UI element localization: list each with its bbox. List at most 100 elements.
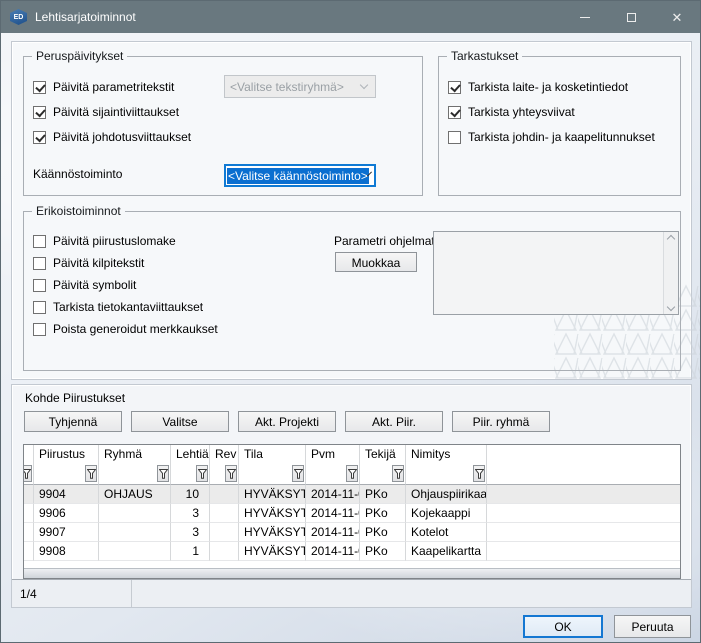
table-cell: 3: [171, 523, 210, 542]
checkbox-box[interactable]: [33, 235, 46, 248]
column-header-nimitys[interactable]: Nimitys: [406, 445, 487, 463]
table-cell: [210, 523, 239, 542]
table-row[interactable]: 9904OHJAUS10HYVÄKSYTTY2014-11-06PKoOhjau…: [24, 485, 680, 504]
valitse-button[interactable]: Valitse: [131, 411, 229, 432]
table-cell: HYVÄKSYTTY: [239, 542, 306, 561]
checkbox-box[interactable]: [33, 257, 46, 270]
listbox-content[interactable]: [434, 232, 663, 314]
filter-input[interactable]: [100, 467, 157, 481]
minimize-button[interactable]: [562, 1, 608, 33]
scroll-down-icon[interactable]: [667, 303, 675, 311]
checkbox-tarkista-yhteysviivat[interactable]: Tarkista yhteysviivat: [448, 104, 655, 120]
window-title: Lehtisarjatoiminnot: [35, 10, 136, 24]
filter-input[interactable]: [35, 467, 85, 481]
table-cell: 2014-11-06: [306, 504, 360, 523]
table-cell: [210, 542, 239, 561]
checkbox-box[interactable]: [33, 81, 46, 94]
column-header-ryhma[interactable]: Ryhmä: [99, 445, 171, 463]
translate-function-combobox[interactable]: <Valitse käännöstoiminto>: [224, 164, 376, 187]
table-cell: PKo: [360, 485, 406, 504]
checkbox-paivita-symbolit[interactable]: Päivitä symbolit: [33, 277, 218, 293]
checkbox-box[interactable]: [33, 301, 46, 314]
checkbox-paivita-parametritekstit[interactable]: Päivitä parametritekstit: [33, 79, 191, 95]
column-header-piirustus[interactable]: Piirustus: [34, 445, 99, 463]
checkbox-box[interactable]: [33, 279, 46, 292]
filter-cell: [171, 463, 210, 485]
table-cell: 1: [171, 542, 210, 561]
table-cell: 10: [171, 485, 210, 504]
filter-input[interactable]: [240, 467, 292, 481]
ok-button[interactable]: OK: [523, 615, 603, 638]
checkbox-label: Päivitä kilpitekstit: [53, 256, 144, 270]
filter-funnel-icon[interactable]: [225, 465, 237, 482]
column-header-pvm[interactable]: Pvm: [306, 445, 360, 463]
table-cell: Kojekaappi: [406, 504, 487, 523]
close-button[interactable]: ✕: [654, 1, 700, 33]
table-cell: [210, 485, 239, 504]
checkbox-tarkista-johdin-ja-kaapelitunnukset[interactable]: Tarkista johdin- ja kaapelitunnukset: [448, 129, 655, 145]
tyhjenna-button[interactable]: Tyhjennä: [24, 411, 122, 432]
column-header-empty: [487, 445, 680, 463]
filter-funnel-icon[interactable]: [292, 465, 304, 482]
checkbox-box[interactable]: [33, 106, 46, 119]
checkbox-label: Päivitä parametritekstit: [53, 80, 174, 94]
filter-funnel-icon[interactable]: [473, 465, 485, 482]
filter-input[interactable]: [211, 467, 225, 481]
grid-status-bar: 1/4: [12, 579, 691, 607]
table-row[interactable]: 99063HYVÄKSYTTY2014-11-06PKoKojekaappi: [24, 504, 680, 523]
filter-input[interactable]: [307, 467, 346, 481]
column-header-lehtia[interactable]: Lehtiä: [171, 445, 210, 463]
filter-input[interactable]: [407, 467, 473, 481]
muokkaa-button[interactable]: Muokkaa: [335, 252, 417, 272]
akt-projekti-button[interactable]: Akt. Projekti: [238, 411, 336, 432]
piir-ryhma-button[interactable]: Piir. ryhmä: [452, 411, 550, 432]
column-header-rev[interactable]: Rev: [210, 445, 239, 463]
column-header-tila[interactable]: Tila: [239, 445, 306, 463]
table-cell: 2014-11-06: [306, 523, 360, 542]
filter-input[interactable]: [361, 467, 392, 481]
row-count-status: 1/4: [12, 580, 132, 607]
checkbox-label: Päivitä symbolit: [53, 278, 136, 292]
checkbox-paivita-piirustuslomake[interactable]: Päivitä piirustuslomake: [33, 233, 218, 249]
filter-funnel-icon[interactable]: [85, 465, 97, 482]
checkbox-label: Tarkista laite- ja kosketintiedot: [468, 80, 628, 94]
listbox-scrollbar[interactable]: [663, 232, 678, 314]
checkbox-paivita-johdotusviittaukset[interactable]: Päivitä johdotusviittaukset: [33, 129, 191, 145]
drawings-grid: PiirustusRyhmäLehtiäRevTilaPvmTekijäNimi…: [23, 444, 681, 579]
checkbox-box[interactable]: [448, 81, 461, 94]
maximize-button[interactable]: [608, 1, 654, 33]
checkbox-box[interactable]: [448, 131, 461, 144]
horizontal-scrollbar[interactable]: [24, 568, 680, 578]
title-bar[interactable]: ED Lehtisarjatoiminnot ✕: [1, 1, 700, 33]
checkbox-label: Tarkista tietokantaviittaukset: [53, 300, 203, 314]
checkbox-box[interactable]: [448, 106, 461, 119]
checkbox-paivita-sijaintiviittaukset[interactable]: Päivitä sijaintiviittaukset: [33, 104, 191, 120]
checkbox-box[interactable]: [33, 323, 46, 336]
scroll-up-icon[interactable]: [667, 235, 675, 243]
checkbox-box[interactable]: [33, 131, 46, 144]
column-header-tekija[interactable]: Tekijä: [360, 445, 406, 463]
table-cell: 2014-11-06: [306, 542, 360, 561]
filter-funnel-icon[interactable]: [196, 465, 208, 482]
target-drawings-label: Kohde Piirustukset: [25, 391, 125, 405]
table-row[interactable]: 99073HYVÄKSYTTY2014-11-06PKoKotelot: [24, 523, 680, 542]
filter-funnel-icon[interactable]: [24, 465, 32, 482]
filter-cell: [306, 463, 360, 485]
checkbox-poista-generoidut-merkkaukset[interactable]: Poista generoidut merkkaukset: [33, 321, 218, 337]
filter-input[interactable]: [172, 467, 196, 481]
checkbox-tarkista-laite-ja-kosketintiedot[interactable]: Tarkista laite- ja kosketintiedot: [448, 79, 655, 95]
table-cell: [487, 523, 680, 542]
checkbox-paivita-kilpitekstit[interactable]: Päivitä kilpitekstit: [33, 255, 218, 271]
table-cell: PKo: [360, 523, 406, 542]
table-cell: HYVÄKSYTTY: [239, 523, 306, 542]
filter-funnel-icon[interactable]: [157, 465, 169, 482]
table-cell: [99, 523, 171, 542]
akt-piir-button[interactable]: Akt. Piir.: [345, 411, 443, 432]
table-row[interactable]: 99081HYVÄKSYTTY2014-11-06PKoKaapelikartt…: [24, 542, 680, 561]
cancel-button[interactable]: Peruuta: [614, 615, 691, 638]
checkbox-tarkista-tietokantaviittaukset[interactable]: Tarkista tietokantaviittaukset: [33, 299, 218, 315]
filter-funnel-icon[interactable]: [392, 465, 404, 482]
filter-funnel-icon[interactable]: [346, 465, 358, 482]
table-cell: Kaapelikartta: [406, 542, 487, 561]
parameter-programs-listbox[interactable]: [433, 231, 679, 315]
